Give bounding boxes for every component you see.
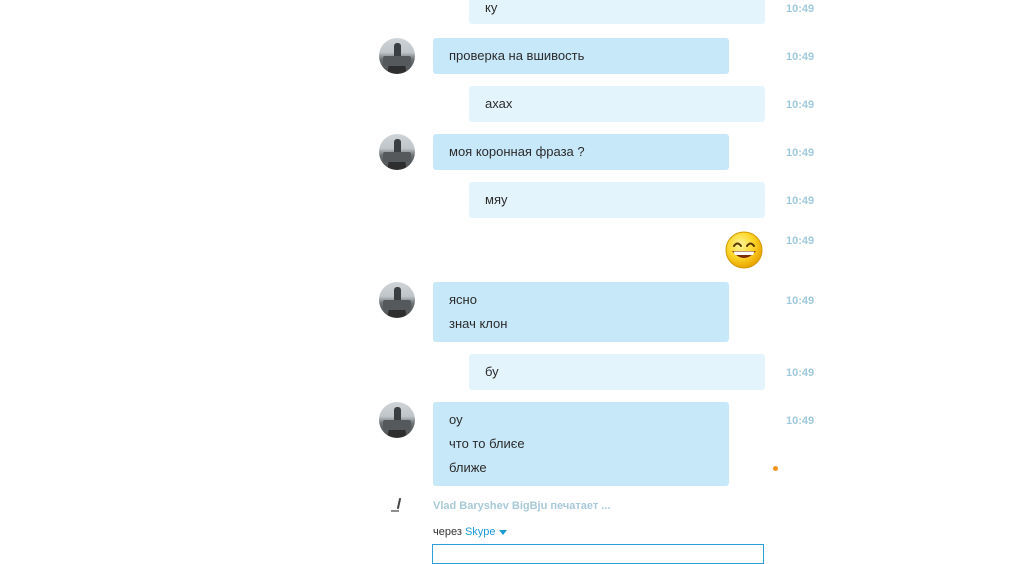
incoming-message: проверка на вшивость (433, 38, 729, 74)
message-timestamp: 10:49 (786, 99, 815, 111)
send-via-selector: через Skype (433, 526, 507, 538)
message-text: мяу (485, 192, 508, 207)
outgoing-message: ку (469, 0, 765, 24)
message-timestamp: 10:49 (786, 195, 815, 207)
message-timestamp: 10:49 (786, 235, 815, 247)
message-text: оу (449, 412, 463, 427)
outgoing-message: ахах (469, 86, 765, 122)
message-timestamp: 10:49 (786, 3, 815, 15)
chevron-down-icon (498, 529, 507, 535)
incoming-message: моя коронная фраза ? (433, 134, 729, 170)
via-service-name: Skype (464, 526, 496, 538)
message-timestamp: 10:49 (786, 367, 815, 379)
message-text: моя коронная фраза ? (449, 144, 585, 159)
message-text: ближе (449, 460, 487, 475)
message-text: ахах (485, 96, 513, 111)
message-text: ку (485, 0, 498, 15)
incoming-message: оу что то блиєе ближе (433, 402, 729, 486)
grinning-smiley-emoticon (725, 231, 763, 269)
via-service-dropdown[interactable]: Skype (465, 526, 507, 538)
contact-avatar[interactable] (379, 38, 415, 74)
contact-avatar[interactable] (379, 402, 415, 438)
outgoing-message: бу (469, 354, 765, 390)
pencil-icon (390, 497, 404, 516)
message-text: что то блиєе (449, 436, 525, 451)
message-timestamp: 10:49 (786, 147, 815, 159)
message-input[interactable] (432, 544, 764, 564)
contact-avatar[interactable] (379, 134, 415, 170)
via-label: через (433, 526, 462, 538)
message-timestamp: 10:49 (786, 415, 815, 427)
typing-status: Vlad Baryshev BigBju печатает ... (433, 500, 611, 512)
message-timestamp: 10:49 (786, 51, 815, 63)
unread-indicator-dot (773, 466, 778, 471)
outgoing-message: мяу (469, 182, 765, 218)
message-timestamp: 10:49 (786, 295, 815, 307)
message-text: знач клон (449, 316, 508, 331)
contact-avatar[interactable] (379, 282, 415, 318)
message-text: бу (485, 364, 499, 379)
incoming-message: ясно знач клон (433, 282, 729, 342)
message-text: ясно (449, 292, 477, 307)
message-text: проверка на вшивость (449, 48, 585, 63)
